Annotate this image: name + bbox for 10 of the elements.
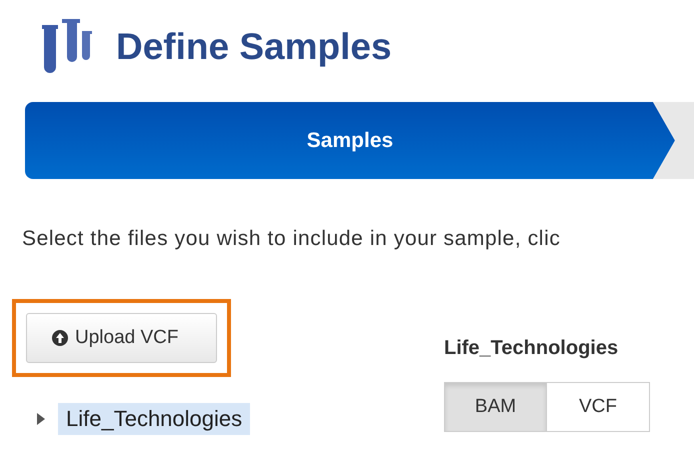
toggle-button[interactable]: BAM bbox=[444, 382, 547, 432]
section-heading: Life_Technologies bbox=[444, 337, 620, 360]
step-tab[interactable]: Samples bbox=[25, 102, 675, 179]
toggle-button[interactable]: VCF bbox=[547, 382, 650, 432]
instruction-text: Select the files you wish to include in your sample, clic bbox=[22, 227, 562, 251]
expand-arrow-icon[interactable] bbox=[36, 412, 46, 426]
page-title: Define Samples bbox=[116, 26, 392, 68]
tree-item[interactable]: Life_Technologies bbox=[58, 403, 250, 435]
upload-icon bbox=[51, 329, 69, 347]
upload-button[interactable]: Upload VCF bbox=[26, 313, 217, 363]
